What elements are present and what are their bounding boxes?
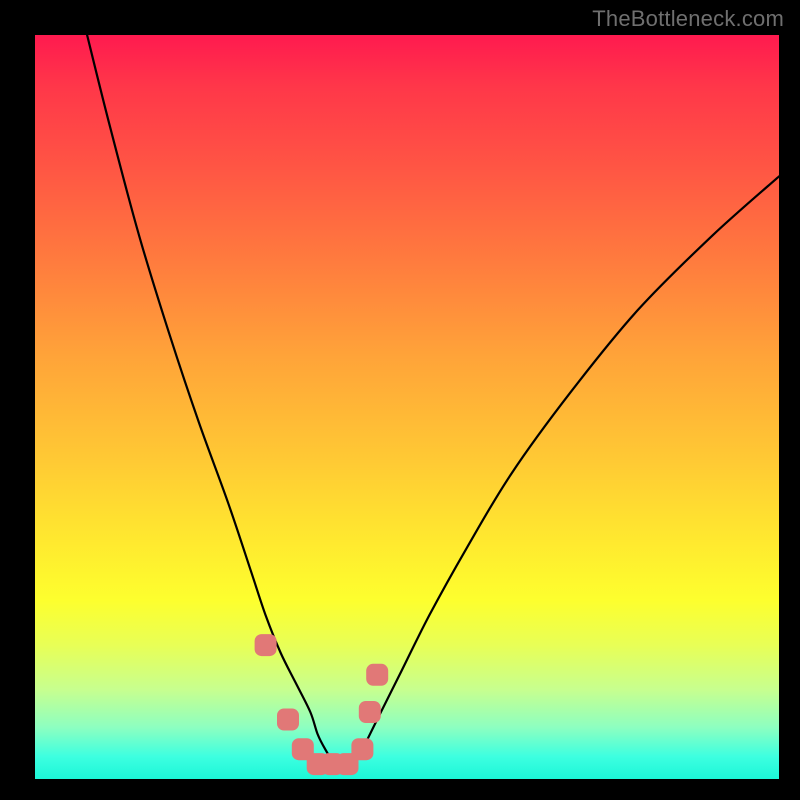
- chart-frame: TheBottleneck.com: [0, 0, 800, 800]
- highlight-markers: [255, 634, 389, 775]
- marker-point: [255, 634, 277, 656]
- marker-point: [277, 709, 299, 731]
- curve-svg: [35, 35, 779, 779]
- plot-area: [35, 35, 779, 779]
- watermark-text: TheBottleneck.com: [592, 6, 784, 32]
- marker-point: [359, 701, 381, 723]
- bottleneck-curve: [87, 35, 779, 765]
- marker-point: [366, 664, 388, 686]
- marker-point: [351, 738, 373, 760]
